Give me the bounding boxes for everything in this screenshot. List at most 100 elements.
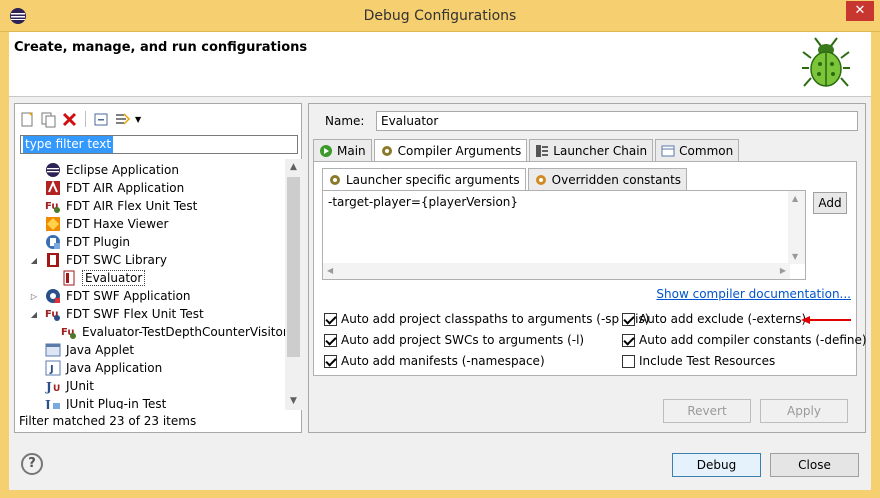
tree-item-java-application[interactable]: J Java Application: [29, 359, 162, 377]
add-button[interactable]: Add: [813, 192, 847, 214]
auto-add-swcs-checkbox[interactable]: Auto add project SWCs to arguments (-l): [324, 333, 584, 347]
tree-scrollbar[interactable]: ▲ ▼: [285, 159, 302, 410]
tree-item-fdt-swf-flex-unit-test[interactable]: ◢ Fu FDT SWF Flex Unit Test: [29, 305, 204, 323]
arguments-text: -target-player={playerVersion}: [328, 195, 519, 209]
expanded-arrow-icon[interactable]: ◢: [29, 256, 39, 265]
checkbox-checked-icon[interactable]: [622, 333, 635, 347]
scroll-down-icon[interactable]: ▼: [285, 393, 302, 410]
window-frame-right: [871, 32, 880, 498]
show-compiler-docs-link[interactable]: Show compiler documentation...: [656, 287, 851, 301]
configuration-editor-panel: Name: Evaluator Main Compiler Arguments …: [308, 103, 867, 433]
window-title: Debug Configurations: [363, 8, 517, 24]
tree-item-evaluator[interactable]: Evaluator: [45, 269, 146, 287]
filter-status-text: Filter matched 23 of 23 items: [19, 414, 197, 428]
tree-item-fdt-haxe-viewer[interactable]: FDT Haxe Viewer: [29, 215, 168, 233]
toolbar-separator: [85, 111, 86, 127]
checkbox-unchecked-icon[interactable]: [622, 354, 635, 368]
revert-button[interactable]: Revert: [663, 399, 751, 423]
collapse-all-icon[interactable]: [93, 111, 110, 128]
svg-text:J: J: [45, 398, 51, 409]
duplicate-config-icon[interactable]: [40, 111, 57, 128]
tree-item-eclipse-application[interactable]: Eclipse Application: [29, 161, 179, 179]
tab-compiler-arguments[interactable]: Compiler Arguments: [373, 139, 528, 162]
arguments-tab-icon: [330, 174, 340, 185]
argument-subtabs: Launcher specific arguments Overridden c…: [322, 168, 689, 190]
svg-text:J: J: [45, 380, 52, 394]
arguments-horizontal-scrollbar[interactable]: ◀ ▶: [323, 263, 790, 279]
tree-item-fdt-plugin[interactable]: FDT Plugin: [29, 233, 130, 251]
help-icon[interactable]: ?: [21, 453, 43, 475]
banner-heading: Create, manage, and run configurations: [14, 40, 308, 55]
tab-launcher-specific-arguments[interactable]: Launcher specific arguments: [322, 168, 526, 190]
expanded-arrow-icon[interactable]: ◢: [29, 310, 39, 319]
tab-overridden-constants[interactable]: Overridden constants: [527, 168, 688, 190]
fdt-haxe-icon: [46, 217, 60, 231]
tree-item-junit[interactable]: JU JUnit: [29, 377, 94, 395]
auto-add-exclude-checkbox[interactable]: Auto add exclude (-externs): [622, 312, 806, 326]
config-tabs: Main Compiler Arguments Launcher Chain C…: [313, 139, 741, 162]
junit-plugin-icon: J: [45, 398, 60, 409]
auto-add-manifests-checkbox[interactable]: Auto add manifests (-namespace): [324, 354, 545, 368]
configuration-list-panel: ▼ type filter text Eclipse Application F…: [14, 103, 302, 433]
name-input[interactable]: Evaluator: [376, 111, 858, 131]
common-tab-icon: [661, 145, 675, 156]
filter-input[interactable]: type filter text: [20, 135, 298, 154]
swc-config-icon: [63, 270, 75, 286]
tree-item-fdt-swf-application[interactable]: ▷ FDT SWF Application: [29, 287, 191, 305]
close-button[interactable]: Close: [770, 453, 859, 477]
title-bar: Debug Configurations ✕: [0, 0, 880, 32]
java-app-icon: J: [45, 360, 61, 376]
arguments-textarea[interactable]: -target-player={playerVersion} ▲ ▼ ◀ ▶: [322, 190, 806, 280]
red-arrow-icon: [801, 316, 851, 324]
config-toolbar: ▼: [19, 108, 144, 130]
checkbox-checked-icon[interactable]: [324, 333, 337, 347]
tree-item-fdt-swc-library[interactable]: ◢ FDT SWC Library: [29, 251, 167, 269]
tab-common[interactable]: Common: [655, 139, 740, 161]
auto-add-classpaths-checkbox[interactable]: Auto add project classpaths to arguments…: [324, 312, 649, 326]
close-window-button[interactable]: ✕: [846, 1, 874, 21]
constants-tab-icon: [535, 174, 546, 185]
delete-config-icon[interactable]: [61, 111, 78, 128]
scroll-thumb[interactable]: [287, 177, 300, 357]
window-frame-bottom: [0, 490, 880, 498]
fdt-air-icon: [46, 180, 60, 195]
header-banner: Create, manage, and run configurations: [9, 32, 871, 97]
main-tab-icon: [320, 144, 332, 157]
tab-launcher-chain[interactable]: Launcher Chain: [529, 139, 654, 161]
java-applet-icon: [45, 343, 61, 357]
compiler-arguments-panel: Launcher specific arguments Overridden c…: [313, 161, 867, 376]
junit-icon: JU: [45, 380, 60, 394]
config-tree: Eclipse Application FDT AIR Application …: [15, 159, 285, 409]
chevron-down-icon[interactable]: ▼: [135, 111, 144, 128]
auto-add-options: Auto add project classpaths to arguments…: [324, 310, 867, 372]
tree-item-java-applet[interactable]: Java Applet: [29, 341, 134, 359]
debug-button[interactable]: Debug: [672, 453, 761, 477]
include-test-resources-checkbox[interactable]: Include Test Resources: [622, 354, 775, 368]
launcher-chain-icon: [536, 144, 549, 157]
flexunit-icon: Fu: [61, 327, 76, 339]
fdt-plugin-icon: [46, 235, 60, 249]
compiler-tab-icon: [381, 146, 392, 156]
scroll-up-icon[interactable]: ▲: [285, 159, 302, 176]
new-config-icon[interactable]: [19, 111, 36, 128]
collapsed-arrow-icon[interactable]: ▷: [29, 292, 39, 301]
svg-text:U: U: [53, 384, 60, 394]
tree-item-fdt-air-application[interactable]: FDT AIR Application: [29, 179, 184, 197]
swf-app-icon: [46, 289, 60, 303]
tree-item-evaluator-test[interactable]: Fu Evaluator-TestDepthCounterVisitor: [45, 323, 285, 341]
apply-button[interactable]: Apply: [760, 399, 848, 423]
tab-main[interactable]: Main: [313, 139, 372, 161]
auto-add-constants-checkbox[interactable]: Auto add compiler constants (-define): [622, 333, 867, 347]
checkbox-checked-icon[interactable]: [324, 354, 337, 368]
name-label: Name:: [325, 114, 365, 128]
debug-bug-icon: [802, 37, 850, 87]
eclipse-icon: [46, 163, 60, 177]
swc-library-icon: [47, 253, 59, 267]
flexunit-icon: Fu: [45, 201, 60, 213]
checkbox-checked-icon[interactable]: [324, 312, 337, 326]
tree-item-fdt-air-flex-unit-test[interactable]: Fu FDT AIR Flex Unit Test: [29, 197, 197, 215]
checkbox-checked-icon[interactable]: [622, 312, 635, 326]
arguments-vertical-scrollbar[interactable]: ▲ ▼: [788, 191, 805, 264]
filter-configs-icon[interactable]: [114, 111, 131, 128]
tree-item-junit-plugin-test[interactable]: J JUnit Plug-in Test: [29, 395, 166, 409]
